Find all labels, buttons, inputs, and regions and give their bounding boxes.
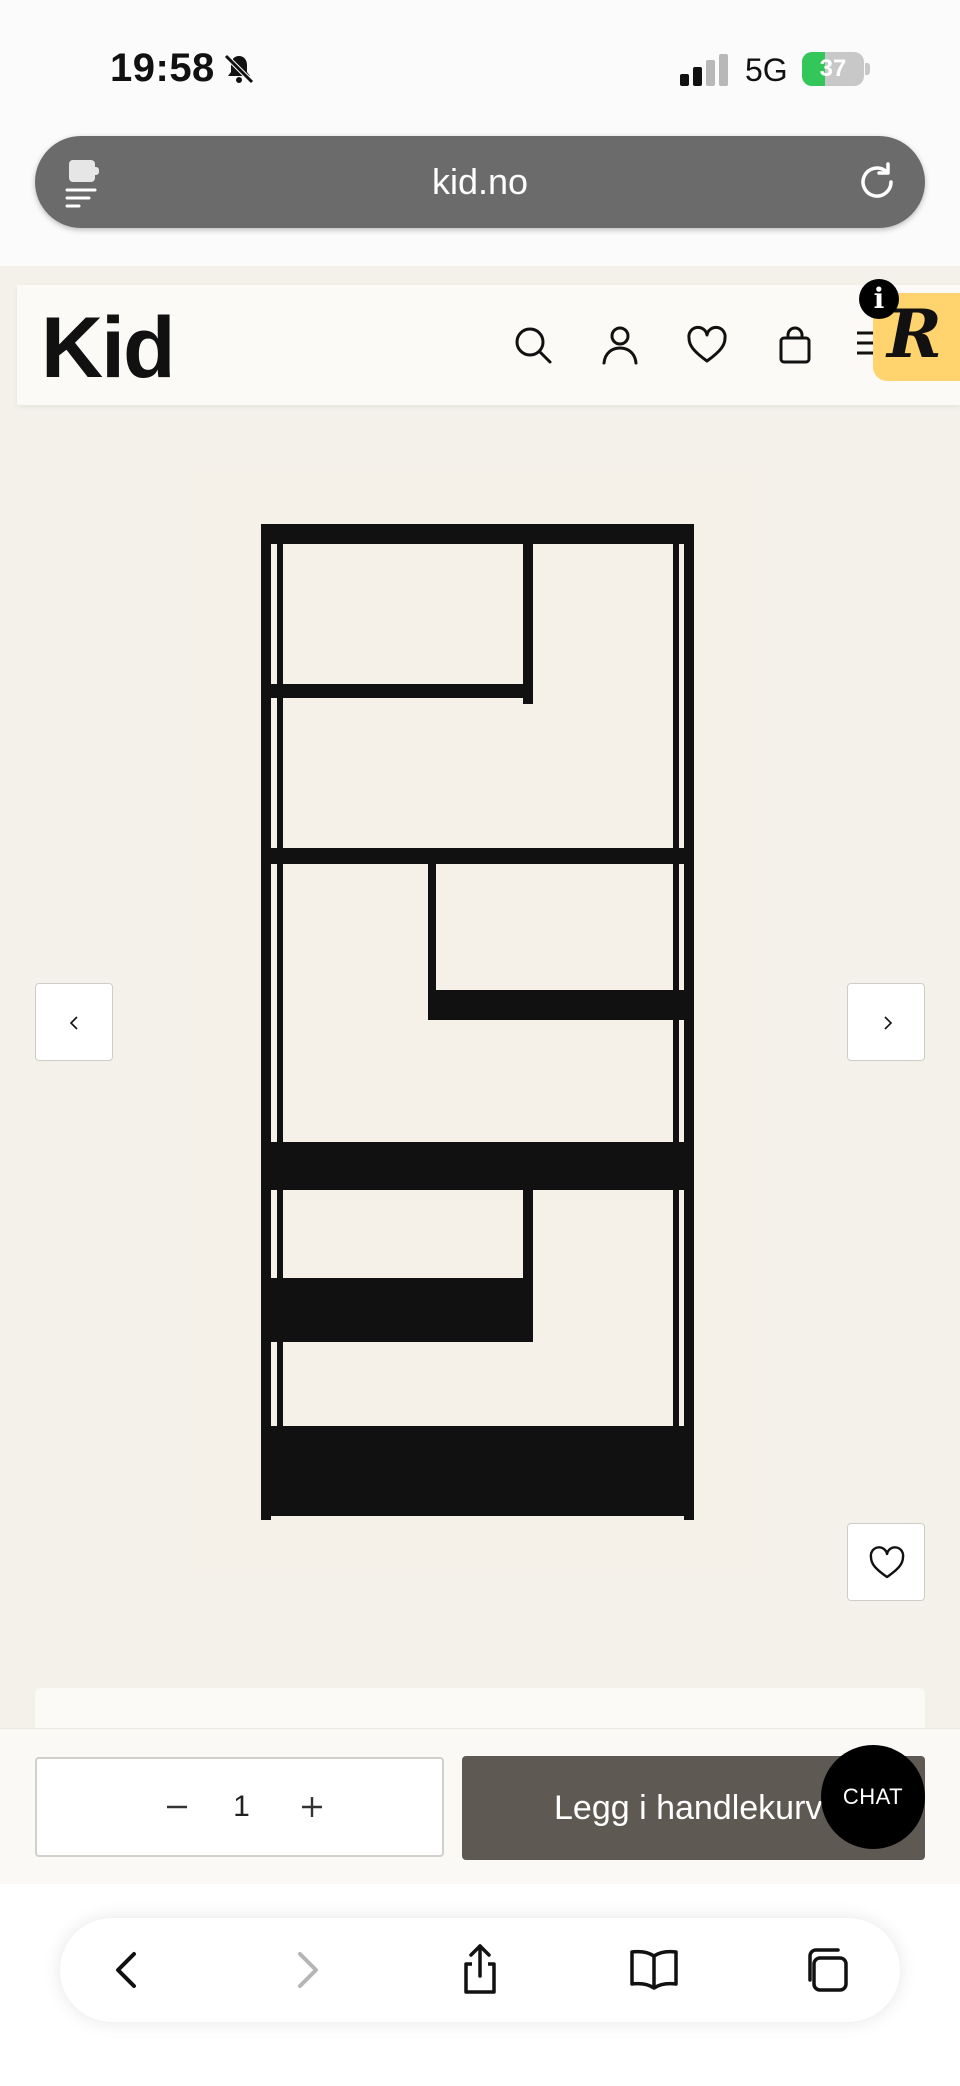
next-image-button[interactable]	[847, 983, 925, 1061]
back-icon[interactable]	[100, 1942, 156, 1998]
url-bar[interactable]: kid.no	[35, 136, 925, 228]
add-to-wishlist-button[interactable]	[847, 1523, 925, 1601]
sticky-cart-bar: 1 Legg i handlekurv	[0, 1728, 960, 1884]
status-bar: 19:58 5G 37	[0, 0, 960, 130]
account-icon[interactable]	[598, 323, 642, 367]
site-logo[interactable]: Kid	[41, 299, 176, 398]
quantity-stepper: 1	[35, 1757, 444, 1857]
battery-icon: 37	[802, 52, 870, 86]
chat-button[interactable]: CHAT	[821, 1745, 925, 1849]
heart-icon[interactable]	[685, 323, 729, 367]
forward-icon[interactable]	[278, 1942, 334, 1998]
browser-toolbar-area	[0, 1884, 960, 2086]
network-label: 5G	[745, 52, 788, 88]
heart-outline-icon	[869, 1546, 905, 1579]
site-header: Kid	[17, 285, 960, 405]
quantity-value[interactable]: 1	[37, 1759, 446, 1855]
bookmarks-icon[interactable]	[626, 1942, 682, 1998]
signal-icon	[680, 54, 728, 86]
share-icon[interactable]	[452, 1942, 508, 1998]
increase-quantity-button[interactable]	[292, 1787, 332, 1827]
product-image	[193, 466, 763, 1574]
shelf-illustration	[261, 524, 694, 1520]
add-to-cart-label: Legg i handlekurv	[554, 1789, 823, 1827]
bag-icon[interactable]	[773, 323, 817, 367]
url-text[interactable]: kid.no	[35, 136, 925, 228]
battery-percent: 37	[819, 55, 847, 82]
silent-bell-icon	[224, 54, 254, 84]
status-time: 19:58	[110, 46, 215, 90]
chevron-left-icon	[69, 1016, 78, 1030]
browser-url-area: kid.no	[0, 130, 960, 266]
tabs-icon[interactable]	[800, 1942, 856, 1998]
info-icon[interactable]: i	[859, 279, 899, 319]
search-icon[interactable]	[511, 323, 555, 367]
chevron-right-icon	[884, 1016, 893, 1030]
reload-icon[interactable]	[855, 160, 899, 204]
browser-toolbar	[60, 1918, 900, 2022]
prev-image-button[interactable]	[35, 983, 113, 1061]
screen: 19:58 5G 37 kid.no Kid R i 1 Legg i hand…	[0, 0, 960, 2086]
